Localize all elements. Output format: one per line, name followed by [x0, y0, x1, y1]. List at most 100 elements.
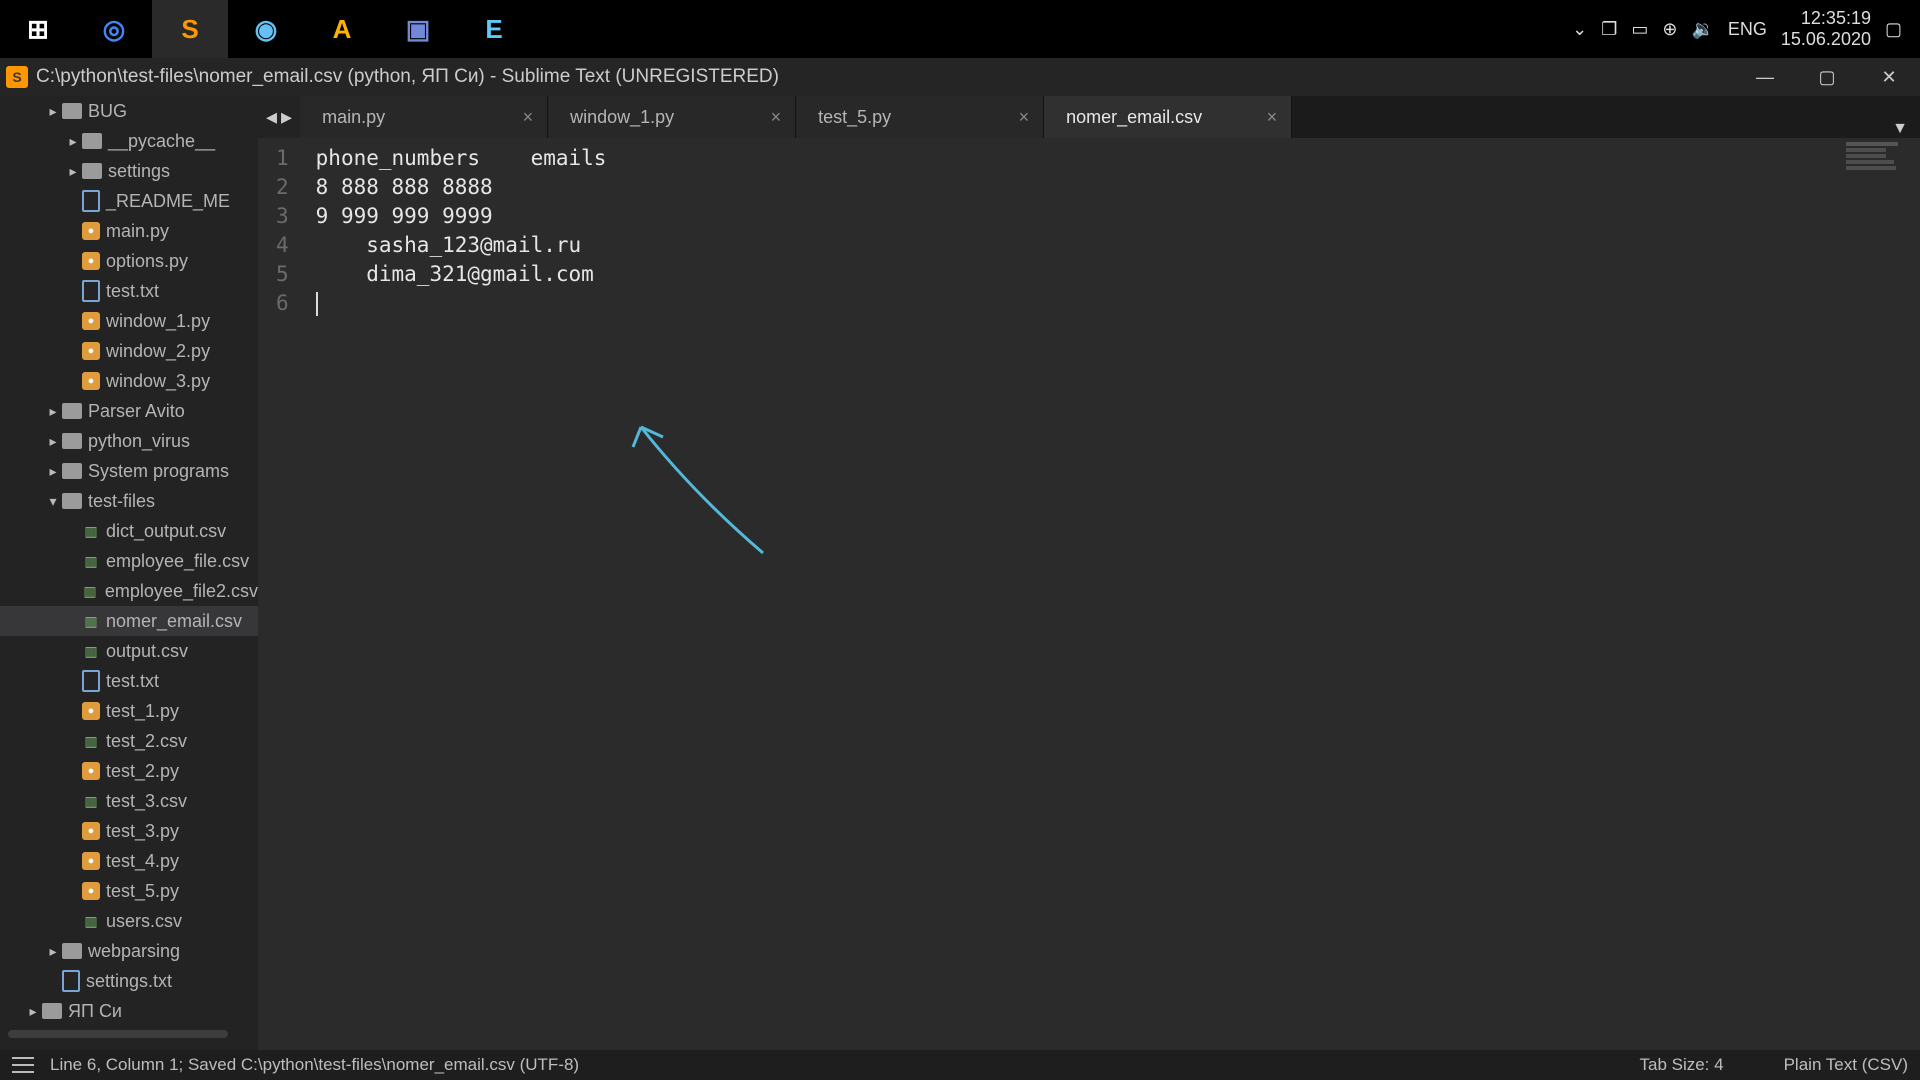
python-file-icon: ●	[82, 762, 100, 780]
chevron-icon[interactable]: ▸	[44, 433, 62, 450]
chevron-icon[interactable]: ▸	[44, 943, 62, 960]
status-left: Line 6, Column 1; Saved C:\python\test-f…	[50, 1055, 579, 1075]
tree-item-label: test-files	[88, 491, 155, 512]
tree-item[interactable]: ●test_1.py	[0, 696, 258, 726]
tree-item[interactable]: ▸webparsing	[0, 936, 258, 966]
chrome-icon[interactable]: ◎	[76, 0, 152, 58]
folder-icon	[82, 163, 102, 179]
tab-close-icon[interactable]: ×	[771, 107, 782, 128]
tree-item-label: python_virus	[88, 431, 190, 452]
tree-item-label: test_5.py	[106, 881, 179, 902]
text-file-icon	[82, 190, 100, 212]
epic-icon[interactable]: E	[456, 0, 532, 58]
tree-item[interactable]: ●test_4.py	[0, 846, 258, 876]
chevron-icon[interactable]: ▸	[64, 163, 82, 180]
tree-item[interactable]: test.txt	[0, 276, 258, 306]
tree-item[interactable]: ▸settings	[0, 156, 258, 186]
editor-tab[interactable]: nomer_email.csv×	[1044, 96, 1292, 138]
tree-item[interactable]: ▸Parser Avito	[0, 396, 258, 426]
tab-close-icon[interactable]: ×	[523, 107, 534, 128]
tree-item[interactable]: ●window_3.py	[0, 366, 258, 396]
status-tabsize[interactable]: Tab Size: 4	[1639, 1055, 1723, 1075]
tree-item[interactable]: ●main.py	[0, 216, 258, 246]
python-file-icon: ●	[82, 852, 100, 870]
close-button[interactable]: ✕	[1858, 58, 1920, 96]
chevron-icon[interactable]: ▾	[44, 493, 62, 510]
python-file-icon: ●	[82, 342, 100, 360]
tree-item[interactable]: settings.txt	[0, 966, 258, 996]
tree-item[interactable]: ▾ test-files	[0, 486, 258, 516]
editor-tab[interactable]: main.py×	[300, 96, 548, 138]
action-center-icon[interactable]: ▢	[1885, 19, 1902, 40]
tree-item[interactable]: ▸ python_virus	[0, 426, 258, 456]
tree-item[interactable]: ●test_3.py	[0, 816, 258, 846]
window-titlebar: S C:\python\test-files\nomer_email.csv (…	[0, 58, 1920, 96]
tree-item-label: test_2.py	[106, 761, 179, 782]
tree-item[interactable]: ▥employee_file2.csv	[0, 576, 258, 606]
minimap[interactable]	[1846, 142, 1906, 182]
python-file-icon: ●	[82, 312, 100, 330]
chevron-icon[interactable]: ▸	[44, 463, 62, 480]
chevron-icon[interactable]: ▸	[44, 403, 62, 420]
folder-icon	[42, 1003, 62, 1019]
tree-item[interactable]: ▸ЯП Си	[0, 996, 258, 1026]
notification-icon[interactable]: ❐	[1601, 19, 1617, 40]
code-editor[interactable]: 123456 phone_numbers emails8 888 888 888…	[258, 138, 1920, 1050]
status-syntax[interactable]: Plain Text (CSV)	[1784, 1055, 1908, 1075]
tree-item[interactable]: ▥users.csv	[0, 906, 258, 936]
tree-item[interactable]: _README_ME	[0, 186, 258, 216]
file-tree[interactable]: ▸ BUG ▸__pycache__▸settings_README_ME●main…	[0, 96, 258, 1050]
tree-item-label: test_3.py	[106, 821, 179, 842]
tree-item-label: test_2.csv	[106, 731, 187, 752]
back-icon[interactable]: ◂	[266, 104, 277, 130]
tree-item[interactable]: ▸ BUG	[0, 96, 258, 126]
folder-icon	[62, 493, 82, 509]
sublime-icon: S	[6, 66, 28, 88]
chevron-down-icon[interactable]: ⌄	[1572, 19, 1587, 40]
tree-item-label: System programs	[88, 461, 229, 482]
minimize-button[interactable]: —	[1734, 58, 1796, 96]
tree-item[interactable]: ●window_1.py	[0, 306, 258, 336]
tree-item[interactable]: ▸__pycache__	[0, 126, 258, 156]
python-file-icon: ●	[82, 252, 100, 270]
maximize-button[interactable]: ▢	[1796, 58, 1858, 96]
tree-item[interactable]: ▥dict_output.csv	[0, 516, 258, 546]
tab-overflow-icon[interactable]: ▼	[1880, 120, 1920, 138]
code-content[interactable]: phone_numbers emails8 888 888 88889 999 …	[302, 138, 607, 1050]
status-bar: Line 6, Column 1; Saved C:\python\test-f…	[0, 1050, 1920, 1080]
tree-item[interactable]: ▥employee_file.csv	[0, 546, 258, 576]
tree-item[interactable]: ▥test_3.csv	[0, 786, 258, 816]
forward-icon[interactable]: ▸	[281, 104, 292, 130]
start-icon[interactable]: ⊞	[0, 0, 76, 58]
tree-item[interactable]: ●test_5.py	[0, 876, 258, 906]
aimp-icon[interactable]: A	[304, 0, 380, 58]
tree-item[interactable]: ▥test_2.csv	[0, 726, 258, 756]
tab-close-icon[interactable]: ×	[1019, 107, 1030, 128]
steam-icon[interactable]: ◉	[228, 0, 304, 58]
network-icon[interactable]: ⊕	[1662, 19, 1677, 40]
chevron-icon[interactable]: ▸	[44, 103, 62, 120]
tree-item[interactable]: ●options.py	[0, 246, 258, 276]
discord-icon[interactable]: ▣	[380, 0, 456, 58]
tree-item[interactable]: ▸ System programs	[0, 456, 258, 486]
tree-item-label: employee_file.csv	[106, 551, 249, 572]
chevron-icon[interactable]: ▸	[64, 133, 82, 150]
menu-icon[interactable]	[12, 1057, 34, 1073]
editor-tab[interactable]: test_5.py×	[796, 96, 1044, 138]
tab-nav-arrows[interactable]: ◂ ▸	[258, 96, 300, 138]
sound-icon[interactable]: 🔉	[1691, 19, 1713, 40]
tree-item[interactable]: ▥nomer_email.csv	[0, 606, 258, 636]
tree-item[interactable]: test.txt	[0, 666, 258, 696]
battery-icon[interactable]: ▭	[1631, 19, 1648, 40]
sidebar-scrollbar[interactable]	[8, 1030, 228, 1038]
editor-tab[interactable]: window_1.py×	[548, 96, 796, 138]
language-indicator[interactable]: ENG	[1728, 19, 1767, 40]
system-clock[interactable]: 12:35:19 15.06.2020	[1781, 8, 1871, 49]
tree-item[interactable]: ● test_2.py	[0, 756, 258, 786]
tree-item-label: BUG	[88, 101, 127, 122]
chevron-icon[interactable]: ▸	[24, 1003, 42, 1020]
tree-item[interactable]: ●window_2.py	[0, 336, 258, 366]
sublime-icon[interactable]: S	[152, 0, 228, 58]
tab-close-icon[interactable]: ×	[1267, 107, 1278, 128]
tree-item[interactable]: ▥output.csv	[0, 636, 258, 666]
